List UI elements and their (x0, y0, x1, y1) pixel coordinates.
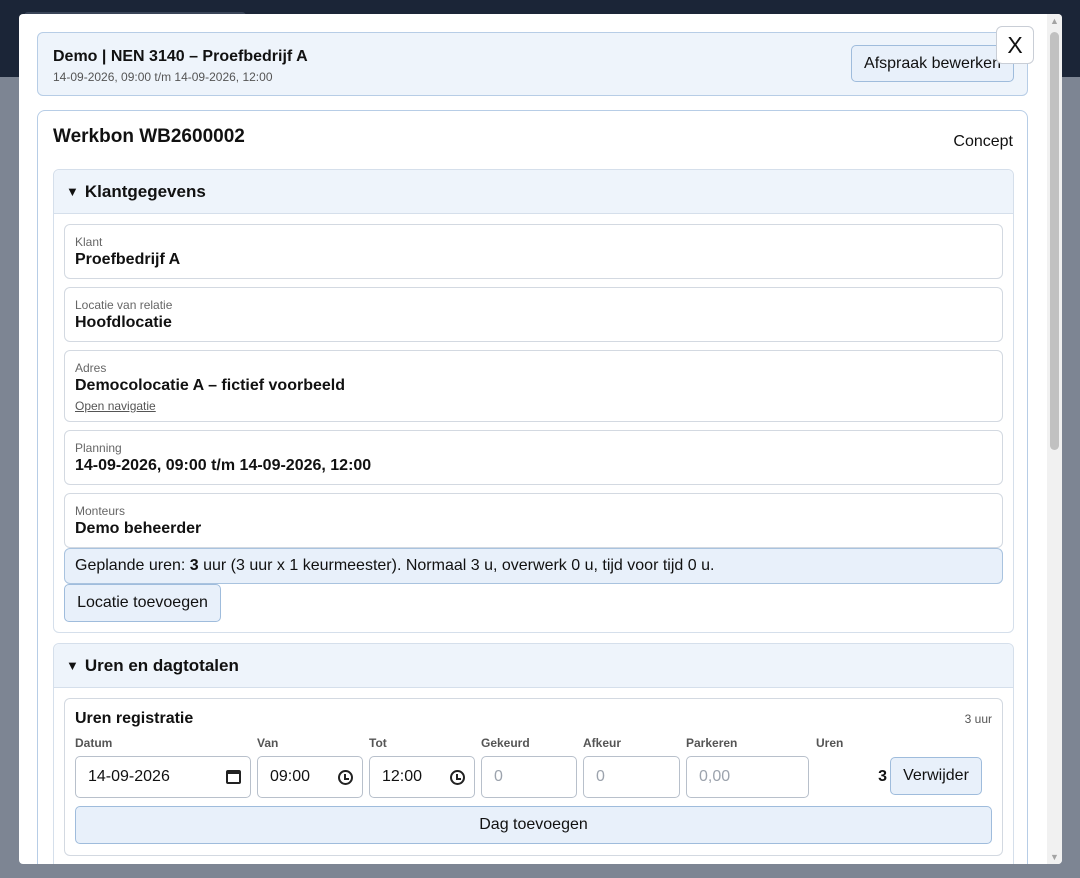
hours-total: 3 uur (964, 712, 992, 726)
hours-registration-title: Uren registratie (75, 710, 194, 727)
field-label: Monteurs (75, 504, 126, 518)
field-monteurs: Monteurs Demo beheerder (64, 493, 1003, 548)
close-button[interactable]: X (996, 26, 1034, 64)
clock-icon[interactable] (338, 770, 353, 785)
section-klantgegevens: ▼ Klantgegevens Klant Proefbedrijf A Loc… (53, 169, 1014, 633)
planned-hours-suffix: uur (3 uur x 1 keurmeester). Normaal 3 u… (198, 557, 715, 574)
field-klant: Klant Proefbedrijf A (64, 224, 1003, 279)
field-label: Locatie van relatie (75, 298, 173, 312)
section-uren-title: Uren en dagtotalen (84, 655, 239, 675)
parkeren-input[interactable]: 0,00 (686, 756, 809, 798)
triangle-down-icon: ▼ (66, 658, 79, 673)
field-value: Hoofdlocatie (75, 314, 172, 331)
start-time-value: 09:00 (270, 768, 311, 785)
column-gekeurd: Gekeurd (481, 736, 530, 750)
planned-hours-prefix: Geplande uren: (75, 557, 190, 574)
section-uren: ▼ Uren en dagtotalen Uren registratie 3 … (53, 643, 1014, 864)
column-afkeur: Afkeur (583, 736, 622, 750)
date-input[interactable]: 14-09-2026 (75, 756, 251, 798)
add-location-button[interactable]: Locatie toevoegen (64, 584, 221, 622)
workorder-title: Werkbon WB2600002 (53, 126, 245, 147)
workorder-modal: Demo | NEN 3140 – Proefbedrijf A 14-09-2… (19, 14, 1062, 864)
column-parkeren: Parkeren (686, 736, 738, 750)
status-badge: Concept (953, 133, 1013, 150)
planned-hours-info: Geplande uren: 3 uur (3 uur x 1 keurmees… (64, 548, 1003, 584)
field-planning: Planning 14-09-2026, 09:00 t/m 14-09-202… (64, 430, 1003, 485)
delete-row-button[interactable]: Verwijder (890, 757, 982, 795)
field-value: Proefbedrijf A (75, 251, 181, 268)
open-navigation-link[interactable]: Open navigatie (75, 399, 156, 413)
appointment-title: Demo | NEN 3140 – Proefbedrijf A (53, 48, 308, 65)
field-label: Adres (75, 361, 107, 375)
section-klantgegevens-title: Klantgegevens (84, 181, 206, 201)
clock-icon[interactable] (450, 770, 465, 785)
modal-scrollbar[interactable]: ▲ ▼ (1047, 14, 1062, 864)
start-time-input[interactable]: 09:00 (257, 756, 363, 798)
afkeur-input[interactable]: 0 (583, 756, 680, 798)
column-van: Van (257, 736, 279, 750)
section-uren-header[interactable]: ▼ Uren en dagtotalen (54, 644, 1013, 688)
scroll-down-icon[interactable]: ▼ (1047, 850, 1062, 864)
appointment-header: Demo | NEN 3140 – Proefbedrijf A 14-09-2… (37, 32, 1028, 96)
triangle-down-icon: ▼ (66, 184, 79, 199)
field-adres: Adres Democolocatie A – fictief voorbeel… (64, 350, 1003, 422)
edit-appointment-button[interactable]: Afspraak bewerken (851, 45, 1014, 82)
appointment-period: 14-09-2026, 09:00 t/m 14-09-2026, 12:00 (53, 70, 273, 84)
field-value: 14-09-2026, 09:00 t/m 14-09-2026, 12:00 (75, 457, 372, 474)
row-hours-value: 3 (878, 768, 887, 785)
field-locatie: Locatie van relatie Hoofdlocatie (64, 287, 1003, 342)
field-label: Klant (75, 235, 103, 249)
workorder-card: Werkbon WB2600002 Concept ▼ Klantgegeven… (37, 110, 1028, 864)
column-datum: Datum (75, 736, 113, 750)
scrollbar-thumb[interactable] (1050, 32, 1059, 450)
end-time-input[interactable]: 12:00 (369, 756, 475, 798)
date-value: 14-09-2026 (88, 768, 170, 785)
scroll-up-icon[interactable]: ▲ (1047, 14, 1062, 28)
planned-hours-value: 3 (189, 557, 199, 574)
field-value: Democolocatie A – fictief voorbeeld (75, 377, 345, 394)
field-label: Planning (75, 441, 122, 455)
add-day-button[interactable]: Dag toevoegen (75, 806, 992, 844)
field-value: Demo beheerder (75, 520, 202, 537)
column-uren: Uren (816, 736, 844, 750)
calendar-icon[interactable] (226, 770, 241, 784)
end-time-value: 12:00 (382, 768, 423, 785)
column-tot: Tot (369, 736, 387, 750)
gekeurd-input[interactable]: 0 (481, 756, 577, 798)
hours-registration: Uren registratie 3 uur Datum Van Tot Gek… (64, 698, 1003, 856)
section-klantgegevens-header[interactable]: ▼ Klantgegevens (54, 170, 1013, 214)
